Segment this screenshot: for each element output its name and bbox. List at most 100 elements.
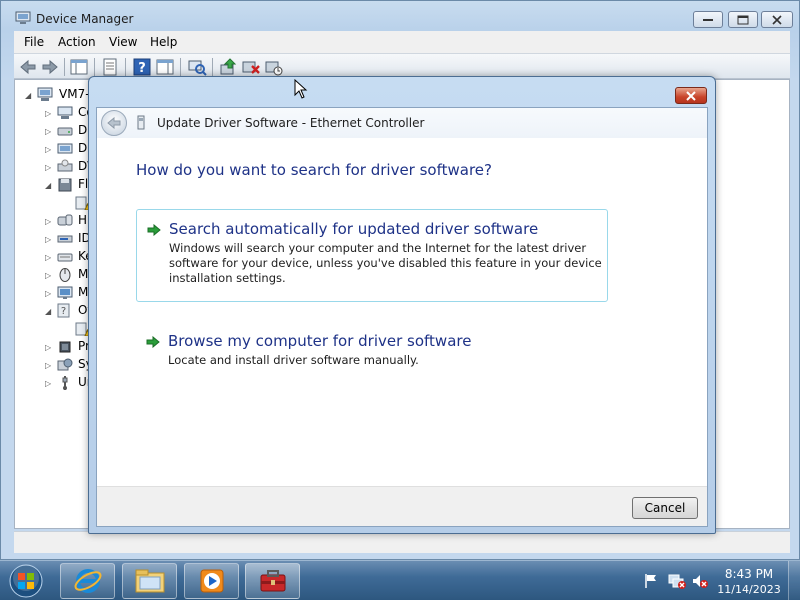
dialog-header: Update Driver Software - Ethernet Contro… [97,108,707,138]
tree-expander[interactable]: ▷ [45,127,51,136]
forward-arrow-icon[interactable] [40,58,60,76]
cancel-button[interactable]: Cancel [632,497,698,519]
tree-item[interactable]: ▷ ID [15,230,91,248]
network-error-icon[interactable] [668,573,686,589]
dialog-title: Update Driver Software - Ethernet Contro… [157,116,425,130]
maximize-button[interactable] [728,11,758,28]
menu-action[interactable]: Action [58,35,96,49]
properties-icon[interactable] [100,58,120,76]
monitor-icon [57,285,73,300]
dialog-question: How do you want to search for driver sof… [136,161,492,179]
search-automatically-option[interactable]: Search automatically for updated driver … [136,209,608,302]
tree-root-label: VM7- [59,87,90,101]
tree-item[interactable]: ▷ M [15,284,91,302]
option-description: Windows will search your computer and th… [169,241,602,285]
tree-expander[interactable]: ▷ [45,235,51,244]
dialog-footer: Cancel [97,486,707,526]
system-devices-icon [57,357,73,372]
tree-expander[interactable]: ◢ [45,181,51,190]
taskbar-device-manager[interactable] [245,563,300,599]
clock-time[interactable]: 8:43 PM [716,567,782,581]
tree-item[interactable]: ▷ D\ [15,158,91,176]
help-icon[interactable]: ? [132,58,152,76]
tree-item[interactable]: ◢ Fl [15,176,91,194]
close-button[interactable] [761,11,793,28]
start-button[interactable] [6,563,46,599]
taskbar-internet-explorer[interactable] [60,563,115,599]
minimize-button[interactable] [693,11,723,28]
dialog-content: Update Driver Software - Ethernet Contro… [96,107,708,527]
show-desktop-button[interactable] [788,561,800,600]
tree-expander[interactable]: ▷ [45,253,51,262]
usb-controller-icon [57,375,73,390]
show-hide-console-tree-icon[interactable] [69,58,89,76]
action-center-flag-icon[interactable] [643,573,659,589]
display-adapter-icon [57,141,73,156]
tree-expander[interactable]: ▷ [45,145,51,154]
tree-item[interactable]: ▷ Sy [15,356,93,374]
show-action-pane-icon[interactable] [155,58,175,76]
tree-expander[interactable]: ▷ [45,109,51,118]
keyboard-icon [57,249,73,264]
uninstall-device-icon[interactable] [241,58,261,76]
tree-item[interactable]: ▷ Di [15,140,91,158]
mouse-cursor-icon [294,78,308,102]
scan-hardware-changes-icon[interactable] [187,58,207,76]
tree-root[interactable]: ◢ VM7- [15,86,95,104]
device-manager-icon [260,570,285,592]
other-devices-icon: ? [57,303,73,318]
taskbar-media-player[interactable] [184,563,239,599]
tree-item[interactable]: ▷ Di [15,122,91,140]
update-driver-icon[interactable] [218,58,238,76]
svg-text:?: ? [138,61,146,76]
tree-expander[interactable]: ▷ [45,163,51,172]
dvd-drive-icon [57,159,73,174]
tree-item[interactable] [15,320,91,338]
dialog-close-button[interactable] [675,87,707,104]
media-player-icon [200,569,223,593]
tree-item-label: Fl [78,177,89,191]
device-manager-icon [15,11,31,25]
tree-item-label: M [78,267,89,281]
tree-item[interactable]: ◢? Ot [15,302,92,320]
computer-icon [37,87,53,102]
tree-expander[interactable]: ▷ [45,361,51,370]
tree-item[interactable] [15,194,91,212]
tree-item[interactable]: ▷ Pr [15,338,91,356]
tree-item[interactable]: ▷ Ur [15,374,92,392]
floppy-controller-icon [57,177,73,192]
disable-device-icon[interactable] [264,58,284,76]
option-title: Browse my computer for driver software [168,332,472,350]
tree-item[interactable]: ▷ Co [15,104,94,122]
disk-drive-icon [57,123,73,138]
clock-date[interactable]: 11/14/2023 [716,583,782,596]
tree-expander[interactable]: ▷ [45,379,51,388]
back-arrow-icon[interactable] [18,58,38,76]
tree-expander[interactable]: ▷ [45,217,51,226]
tree-expander[interactable]: ▷ [45,289,51,298]
tree-expander[interactable]: ▷ [45,271,51,280]
tree-item[interactable]: ▷ Ke [15,248,93,266]
browse-computer-option[interactable]: Browse my computer for driver software L… [136,322,608,368]
device-manager-titlebar[interactable]: Device Manager [1,1,799,31]
svg-text:?: ? [61,306,66,317]
tree-expander[interactable]: ▷ [45,343,51,352]
green-arrow-icon [146,335,160,349]
internet-explorer-icon [74,569,101,593]
status-bar [14,531,790,553]
back-button[interactable] [101,110,127,136]
menu-help[interactable]: Help [150,35,177,49]
menu-bar: File Action View Help [14,31,790,53]
window-title: Device Manager [36,12,134,26]
taskbar-windows-explorer[interactable] [122,563,177,599]
menu-view[interactable]: View [109,35,137,49]
update-driver-dialog: Update Driver Software - Ethernet Contro… [88,76,716,534]
volume-muted-icon[interactable] [692,573,708,589]
tree-expander[interactable]: ◢ [45,307,51,316]
processor-icon [57,339,73,354]
tree-item[interactable]: ▷ Hu [15,212,95,230]
windows-explorer-icon [135,569,164,593]
tree-item[interactable]: ▷ M [15,266,91,284]
menu-file[interactable]: File [24,35,44,49]
taskbar: 8:43 PM 11/14/2023 [0,560,800,600]
